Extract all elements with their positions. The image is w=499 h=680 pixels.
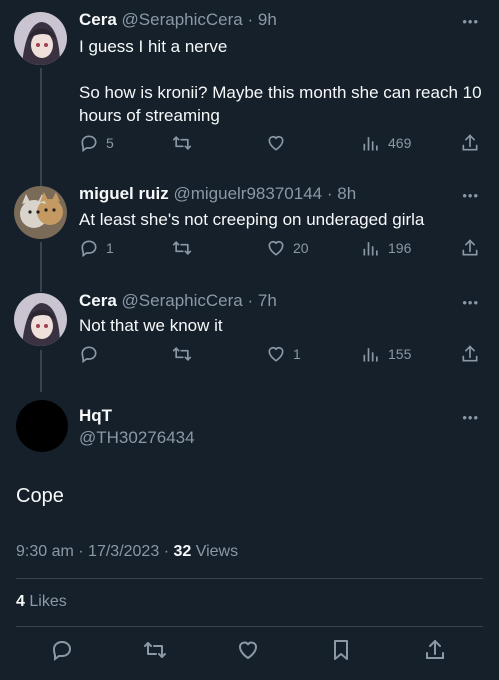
retweet-button[interactable] — [172, 344, 199, 364]
user-handle[interactable]: @SeraphicCera — [122, 291, 243, 310]
retweet-icon — [172, 136, 192, 150]
separator-dot: · — [247, 291, 254, 310]
tweet-date[interactable]: 17/3/2023 — [88, 543, 159, 560]
retweet-button[interactable] — [172, 133, 199, 153]
avatar[interactable] — [14, 186, 67, 239]
user-handle[interactable]: @TH30276434 — [79, 428, 195, 448]
reply-button[interactable] — [79, 344, 106, 364]
share-button[interactable] — [460, 133, 480, 153]
display-name[interactable]: Cera — [79, 291, 117, 310]
reply-icon — [52, 640, 72, 661]
likes-count: 4 — [16, 593, 25, 610]
action-bar — [0, 638, 499, 668]
like-button[interactable] — [266, 133, 293, 153]
retweet-button[interactable] — [172, 238, 199, 258]
share-icon — [426, 639, 444, 659]
views-count: 32 — [173, 543, 192, 560]
view-count: 155 — [388, 346, 412, 362]
view-count: 196 — [388, 240, 412, 256]
display-name[interactable]: Cera — [79, 10, 117, 29]
reply-tweet[interactable]: Cera @SeraphicCera · 7h ••• Not that we … — [0, 284, 499, 384]
avatar[interactable] — [14, 293, 67, 346]
separator-dot: · — [326, 184, 333, 203]
user-handle[interactable]: @miguelr98370144 — [173, 184, 322, 203]
views-label: Views — [195, 543, 239, 560]
reply-button[interactable]: 5 — [79, 133, 114, 153]
more-options-icon[interactable]: ••• — [462, 14, 479, 29]
view-count: 469 — [388, 135, 412, 151]
tweet-text: At least she's not creeping on underaged… — [79, 210, 425, 229]
avatar[interactable] — [14, 12, 67, 65]
display-name[interactable]: HqT — [79, 406, 112, 426]
timestamp[interactable]: 9h — [258, 10, 277, 29]
tweet-text: Cope — [16, 485, 64, 507]
like-count: 20 — [293, 240, 309, 256]
heart-icon — [238, 641, 258, 660]
reply-button[interactable]: 1 — [79, 238, 114, 258]
views-button[interactable]: 155 — [361, 344, 411, 364]
user-handle[interactable]: @SeraphicCera — [122, 10, 243, 29]
heart-icon — [268, 346, 284, 362]
share-icon — [462, 134, 478, 151]
likes-label: Likes — [29, 593, 67, 610]
retweet-icon — [172, 347, 192, 361]
like-button[interactable]: 1 — [266, 344, 301, 364]
tweet-text: I guess I hit a nerve So how is kronii? … — [79, 37, 482, 125]
more-options-icon[interactable]: ••• — [462, 295, 479, 310]
reply-icon — [81, 135, 97, 153]
tweet-time[interactable]: 9:30 am — [16, 543, 74, 560]
timestamp[interactable]: 8h — [337, 184, 356, 203]
share-button[interactable] — [423, 638, 447, 667]
share-button[interactable] — [460, 344, 480, 364]
reply-tweet[interactable]: miguel ruiz @miguelr98370144 · 8h ••• At… — [0, 176, 499, 281]
analytics-icon — [363, 242, 378, 256]
reply-count: 1 — [106, 240, 114, 256]
separator-dot: · — [163, 543, 170, 560]
tweet-text: Not that we know it — [79, 316, 223, 335]
reply-icon — [81, 240, 97, 258]
views-button[interactable]: 469 — [361, 133, 411, 153]
analytics-icon — [363, 348, 378, 362]
divider — [16, 578, 483, 579]
retweet-icon — [144, 642, 166, 658]
analytics-icon — [363, 137, 378, 151]
divider — [16, 626, 483, 627]
like-count: 1 — [293, 346, 301, 362]
more-options-icon[interactable]: ••• — [462, 410, 479, 425]
retweet-icon — [172, 241, 192, 255]
heart-icon — [268, 240, 284, 256]
reply-button[interactable] — [50, 638, 74, 667]
like-button[interactable]: 20 — [266, 238, 309, 258]
reply-count: 5 — [106, 135, 114, 151]
more-options-icon[interactable]: ••• — [462, 188, 479, 203]
separator-dot: · — [247, 10, 254, 29]
timestamp[interactable]: 7h — [258, 291, 277, 310]
tweet-meta: 9:30 am · 17/3/2023 · 32 Views — [16, 543, 238, 561]
reply-icon — [81, 346, 97, 364]
avatar[interactable] — [16, 400, 68, 452]
retweet-button[interactable] — [143, 638, 167, 667]
separator-dot: · — [78, 543, 84, 560]
bookmark-icon — [334, 640, 348, 660]
share-icon — [462, 239, 478, 256]
share-button[interactable] — [460, 238, 480, 258]
display-name[interactable]: miguel ruiz — [79, 184, 169, 203]
like-button[interactable] — [236, 638, 260, 667]
reply-tweet[interactable]: Cera @SeraphicCera · 9h ••• I guess I hi… — [0, 0, 499, 170]
likes-summary[interactable]: 4 Likes — [16, 593, 67, 611]
share-icon — [462, 345, 478, 362]
heart-icon — [268, 135, 284, 151]
bookmark-button[interactable] — [329, 638, 353, 667]
views-button[interactable]: 196 — [361, 238, 411, 258]
